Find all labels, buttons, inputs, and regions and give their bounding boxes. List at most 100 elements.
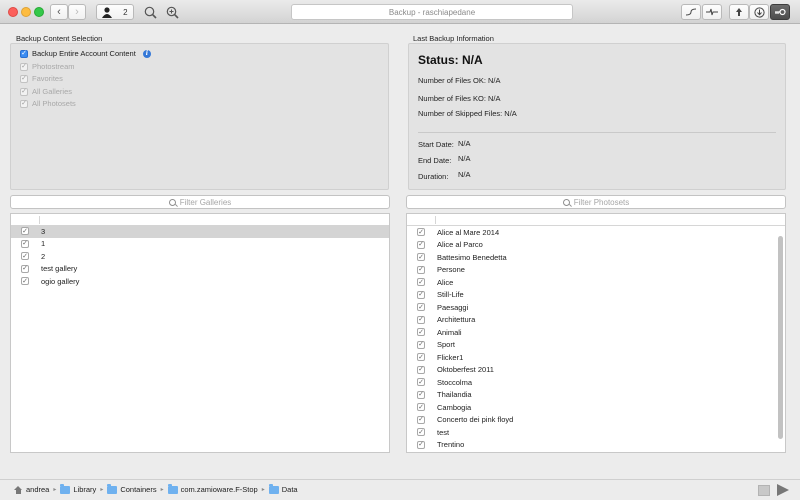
checkbox-checked-icon[interactable]: ✓ (417, 340, 425, 349)
checkbox-checked-icon[interactable]: ✓ (21, 264, 29, 273)
checkbox-checked-icon: ✓ (20, 62, 28, 71)
path-item-library[interactable]: Library (60, 483, 96, 494)
option-label: Photostream (32, 62, 75, 71)
search-button[interactable] (140, 4, 160, 20)
path-item-app-container[interactable]: com.zamioware.F-Stop (167, 483, 258, 494)
checkbox-checked-icon[interactable]: ✓ (417, 278, 425, 287)
checkbox-checked-icon[interactable]: ✓ (21, 252, 29, 261)
play-icon[interactable] (777, 484, 789, 496)
back-button[interactable]: ‹ (50, 4, 68, 20)
checkbox-checked-icon[interactable]: ✓ (417, 240, 425, 249)
table-row[interactable]: ✓ Concerto dei pink floyd (407, 414, 777, 427)
table-row[interactable]: ✓ 1 (11, 238, 389, 251)
table-row[interactable]: ✓ Thailandia (407, 389, 777, 402)
photoset-name: Animali (437, 327, 462, 337)
backup-entire-account-option[interactable]: ✓ Backup Entire Account Content i (20, 49, 151, 58)
option-label: All Galleries (32, 87, 73, 96)
table-row[interactable]: ✓ Oktoberfest 2011 (407, 364, 777, 377)
files-ok-text: Number of Files OK: N/A (418, 76, 501, 85)
checkbox-checked-icon: ✓ (20, 99, 28, 108)
checkbox-checked-icon[interactable]: ✓ (417, 253, 425, 262)
checkbox-checked-icon[interactable]: ✓ (20, 49, 28, 58)
table-row[interactable]: ✓ test gallery (11, 263, 389, 276)
table-row[interactable]: ✓ Architettura (407, 314, 777, 327)
files-ko-text: Number of Files KO: N/A (418, 94, 501, 103)
table-row[interactable]: ✓ Alice al Parco (407, 239, 777, 252)
table-row[interactable]: ✓ Trentino (407, 439, 777, 452)
photoset-name: test (437, 427, 450, 437)
table-row[interactable]: ✓ Battesimo Benedetta (407, 251, 777, 264)
folder-icon (60, 483, 71, 494)
filter-galleries-input[interactable]: Filter Galleries (10, 195, 390, 209)
checkbox-checked-icon[interactable]: ✓ (417, 390, 425, 399)
checkbox-checked-icon[interactable]: ✓ (417, 428, 425, 437)
checkbox-checked-icon[interactable]: ✓ (417, 228, 425, 237)
table-row[interactable]: ✓ Alice al Mare 2014 (407, 226, 777, 239)
gallery-name: ogio gallery (41, 276, 80, 286)
chevron-left-icon: ‹ (57, 6, 61, 18)
path-label: andrea (26, 485, 50, 494)
curve-icon (685, 8, 697, 16)
key-button[interactable] (770, 4, 790, 20)
option-label: Backup Entire Account Content (32, 49, 136, 58)
end-date-value: N/A (458, 154, 471, 163)
zoom-button[interactable] (162, 4, 182, 20)
all-photosets-option: ✓ All Photosets (20, 99, 76, 108)
zoom-icon (166, 6, 179, 19)
table-row[interactable]: ✓ Flicker1 (407, 351, 777, 364)
checkbox-checked-icon[interactable]: ✓ (417, 265, 425, 274)
user-icon (102, 6, 113, 18)
close-window-button[interactable] (8, 7, 18, 17)
favorites-option: ✓ Favorites (20, 74, 63, 83)
checkbox-checked-icon[interactable]: ✓ (417, 378, 425, 387)
checkbox-checked-icon[interactable]: ✓ (417, 353, 425, 362)
table-row[interactable]: ✓ 3 (11, 225, 389, 238)
table-row[interactable]: ✓ 2 (11, 250, 389, 263)
photosets-scrollbar[interactable] (778, 236, 783, 439)
option-label: All Photosets (32, 99, 76, 108)
galleries-table[interactable]: ✓ 3 ✓ 1 ✓ 2 ✓ test gallery ✓ ogio galler… (10, 213, 390, 453)
checkbox-checked-icon[interactable]: ✓ (417, 415, 425, 424)
table-row[interactable]: ✓ Sport (407, 339, 777, 352)
minimize-window-button[interactable] (21, 7, 31, 17)
table-row[interactable]: ✓ test (407, 426, 777, 439)
photoset-name: Stoccolma (437, 377, 473, 387)
checkbox-checked-icon[interactable]: ✓ (417, 403, 425, 412)
checkbox-checked-icon[interactable]: ✓ (417, 328, 425, 337)
accounts-button[interactable]: 2 (96, 4, 134, 20)
photosets-table[interactable]: ✓ Alice al Mare 2014 ✓ Alice al Parco ✓ Bat… (406, 213, 786, 453)
path-item-containers[interactable]: Containers (107, 483, 157, 494)
table-row[interactable]: ✓ Animali (407, 326, 777, 339)
checkbox-checked-icon[interactable]: ✓ (21, 227, 29, 236)
table-row[interactable]: ✓ ogio gallery (11, 275, 389, 288)
skipped-files-text: Number of Skipped Files: N/A (418, 109, 517, 118)
table-row[interactable]: ✓ Cambogia (407, 401, 777, 414)
zoom-window-button[interactable] (34, 7, 44, 17)
stop-icon[interactable] (758, 485, 770, 496)
checkbox-checked-icon[interactable]: ✓ (417, 303, 425, 312)
curve-button[interactable] (681, 4, 701, 20)
table-row[interactable]: ✓ Still-Life (407, 289, 777, 302)
checkbox-checked-icon[interactable]: ✓ (21, 277, 29, 286)
path-item-home[interactable]: andrea (14, 485, 49, 494)
gallery-name: 3 (41, 226, 46, 236)
table-row[interactable]: ✓ Alice (407, 276, 777, 289)
gallery-name: test gallery (41, 264, 78, 274)
checkbox-checked-icon[interactable]: ✓ (21, 239, 29, 248)
histogram-button[interactable] (702, 4, 722, 20)
photoset-name: Architettura (437, 315, 476, 325)
arrow-up-icon (736, 8, 742, 16)
checkbox-checked-icon[interactable]: ✓ (417, 440, 425, 449)
upload-button[interactable] (729, 4, 749, 20)
checkbox-checked-icon[interactable]: ✓ (417, 315, 425, 324)
forward-button[interactable]: › (68, 4, 86, 20)
checkbox-checked-icon[interactable]: ✓ (417, 290, 425, 299)
table-row[interactable]: ✓ Persone (407, 264, 777, 277)
download-button[interactable] (749, 4, 769, 20)
table-row[interactable]: ✓ Paesaggi (407, 301, 777, 314)
filter-photosets-input[interactable]: Filter Photosets (406, 195, 786, 209)
table-row[interactable]: ✓ Stoccolma (407, 376, 777, 389)
info-icon[interactable]: i (142, 49, 151, 58)
path-item-data[interactable]: Data (268, 483, 298, 494)
checkbox-checked-icon[interactable]: ✓ (417, 365, 425, 374)
